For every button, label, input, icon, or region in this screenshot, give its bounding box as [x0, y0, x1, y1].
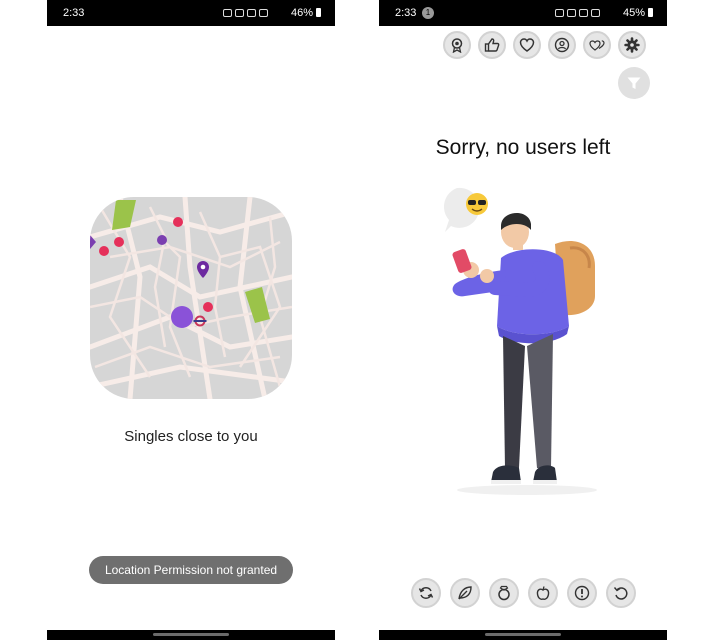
ring-icon — [498, 585, 510, 601]
permission-toast: Location Permission not granted — [89, 556, 293, 584]
navigation-bar — [47, 630, 335, 640]
favorite-button[interactable] — [513, 31, 541, 59]
ring-button[interactable] — [489, 578, 519, 608]
empty-state-message: Sorry, no users left — [435, 136, 611, 159]
status-time: 2:33 — [395, 7, 417, 19]
badge-icon — [451, 38, 463, 53]
profile-button[interactable] — [548, 31, 576, 59]
alarm-icon — [555, 9, 564, 17]
battery-icon — [648, 8, 653, 17]
home-gesture-pill[interactable] — [485, 633, 561, 636]
undo-icon — [613, 587, 628, 600]
heart-icon — [519, 38, 535, 52]
phone-screen-left: 2:33 46% Singles close to you Location P… — [47, 0, 335, 640]
notification-badge: 1 — [422, 7, 434, 19]
profile-icon — [554, 37, 570, 53]
thumbs-up-icon — [484, 38, 500, 52]
undo-button[interactable] — [606, 578, 636, 608]
signal-icon — [247, 9, 256, 17]
battery-level: 45% — [623, 7, 646, 19]
apple-icon — [536, 586, 550, 600]
wifi-icon — [235, 9, 244, 17]
status-icons — [223, 8, 268, 18]
battery-level: 46% — [291, 7, 314, 19]
map-illustration — [90, 197, 292, 399]
singles-close-label: Singles close to you — [124, 428, 258, 445]
report-button[interactable] — [567, 578, 597, 608]
home-gesture-pill[interactable] — [153, 633, 229, 636]
phone-screen-right: 2:33 1 45% Sorry, no users left — [379, 0, 667, 640]
navigation-bar — [379, 630, 667, 640]
bottom-action-bar — [411, 578, 636, 608]
leaf-icon — [458, 586, 472, 600]
badge-button[interactable] — [443, 31, 471, 59]
settings-button[interactable] — [618, 31, 646, 59]
battery-icon — [316, 8, 321, 17]
gear-icon — [624, 37, 640, 53]
alert-icon — [574, 585, 590, 601]
emoji-bubble — [443, 187, 488, 232]
matches-button[interactable] — [583, 31, 611, 59]
signal-icon — [579, 9, 588, 17]
wifi-icon — [567, 9, 576, 17]
filter-button[interactable] — [618, 67, 650, 99]
person-with-phone-illustration — [435, 186, 625, 498]
signal-icon — [591, 9, 600, 17]
refresh-icon — [418, 587, 434, 599]
status-bar: 2:33 1 45% — [379, 0, 667, 26]
like-button[interactable] — [478, 31, 506, 59]
signal-icon — [259, 9, 268, 17]
status-icons — [555, 8, 600, 18]
filter-icon — [627, 77, 641, 89]
top-action-bar — [443, 31, 646, 59]
alarm-icon — [223, 9, 232, 17]
apple-button[interactable] — [528, 578, 558, 608]
refresh-button[interactable] — [411, 578, 441, 608]
leaf-button[interactable] — [450, 578, 480, 608]
status-bar: 2:33 46% — [47, 0, 335, 26]
double-heart-icon — [589, 40, 605, 51]
status-time: 2:33 — [63, 7, 85, 19]
